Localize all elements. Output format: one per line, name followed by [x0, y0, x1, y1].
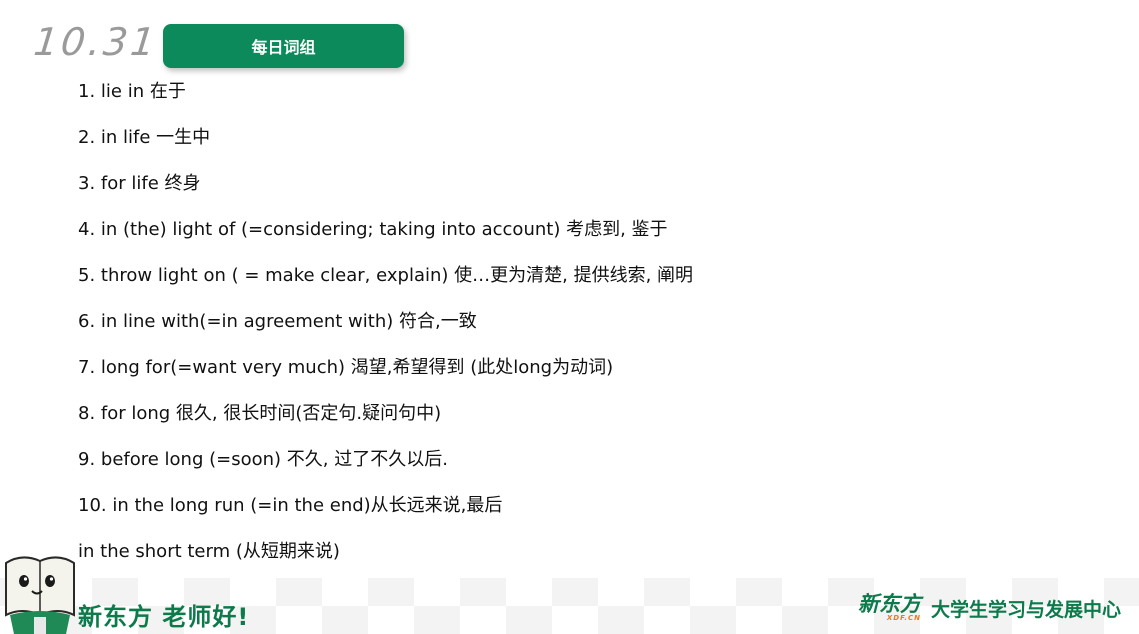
- phrase-item: 1. lie in 在于: [78, 81, 186, 102]
- date-label: 10.31: [31, 20, 161, 64]
- phrase-item: 4. in (the) light of (=considering; taki…: [78, 219, 668, 240]
- phrase-item: 3. for life 终身: [78, 173, 201, 194]
- phrase-item: 8. for long 很久, 很长时间(否定句.疑问句中): [78, 403, 442, 424]
- brand-logo-sub: XDF.CN: [886, 614, 921, 622]
- phrase-item: 7. long for(=want very much) 渴望,希望得到 (此处…: [78, 357, 614, 378]
- brand-area: 新东方 XDF.CN 大学生学习与发展中心: [858, 594, 1121, 622]
- department-name: 大学生学习与发展中心: [930, 598, 1121, 621]
- phrase-item: 2. in life 一生中: [78, 127, 211, 148]
- slogan: 新东方 老师好!: [78, 603, 250, 631]
- title-text: 每日词组: [251, 38, 316, 57]
- brand-logo-text: 新东方: [857, 592, 921, 616]
- brand-logo: 新东方 XDF.CN: [858, 594, 921, 622]
- phrase-item: 10. in the long run (=in the end)从长远来说,最…: [78, 495, 503, 516]
- phrase-list: 1. lie in 在于 2. in life 一生中 3. for life …: [78, 80, 693, 586]
- title-banner: 每日词组: [163, 24, 404, 68]
- phrase-item: 5. throw light on ( = make clear, explai…: [78, 265, 694, 286]
- phrase-item: 9. before long (=soon) 不久, 过了不久以后.: [78, 449, 448, 470]
- phrase-item: 6. in line with(=in agreement with) 符合,一…: [78, 311, 477, 332]
- book-mascot-icon: [5, 556, 75, 634]
